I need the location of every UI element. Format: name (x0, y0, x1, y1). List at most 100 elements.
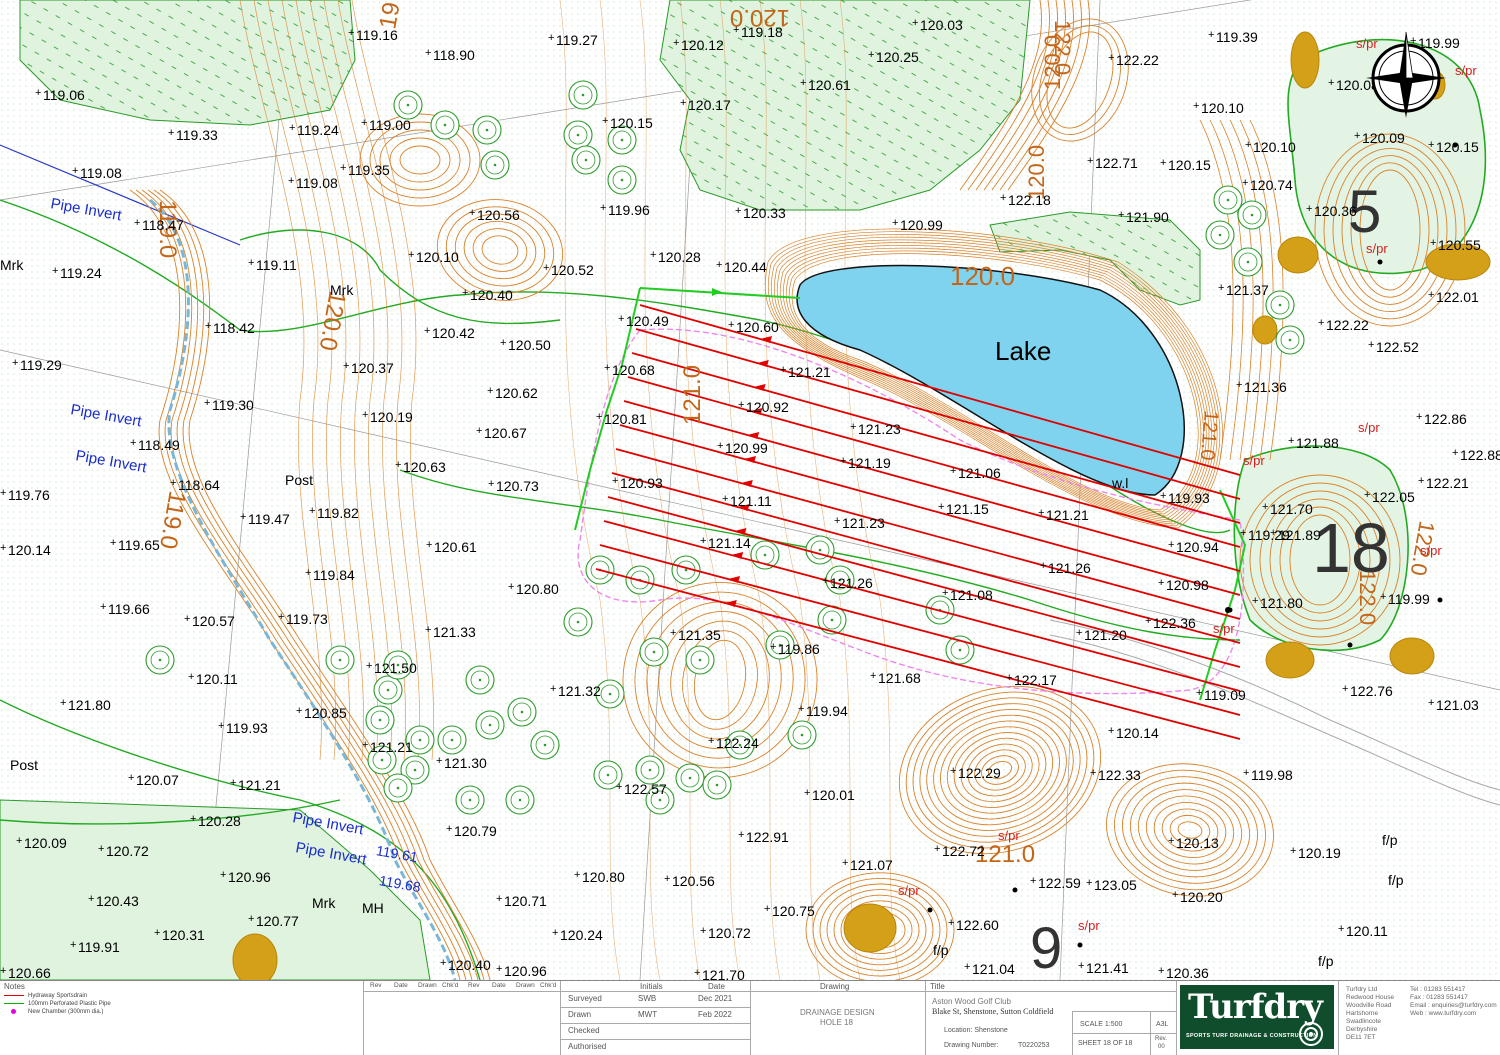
spot-height-label: 120.63 (403, 459, 446, 475)
spot-height-marker: + (1290, 845, 1296, 857)
contour-label: 122.0 (1355, 570, 1380, 625)
bunker (1389, 637, 1435, 675)
spot-height-marker: + (110, 537, 116, 549)
spot-height-marker: + (868, 49, 874, 61)
spot-height-label: 120.25 (876, 49, 919, 65)
spot-height-marker: + (425, 47, 431, 59)
spot-height-marker: + (190, 813, 196, 825)
tree-trunk (468, 798, 472, 802)
spot-height-marker: + (708, 735, 714, 747)
spot-height-label: 122.71 (1095, 155, 1138, 171)
spot-height-marker: + (1160, 157, 1166, 169)
legend-item: 100mm Perforated Plastic Pipe (4, 1001, 111, 1007)
spot-height-marker: + (248, 257, 254, 269)
spot-height-marker: + (548, 32, 554, 44)
spot-height-label: 120.17 (688, 97, 731, 113)
rev-value: 00 (1158, 1044, 1165, 1050)
spot-height-marker: + (1245, 139, 1251, 151)
spot-height-marker: + (1428, 697, 1434, 709)
spot-height-label: 120.98 (1166, 577, 1209, 593)
approval-label: Authorised (568, 1042, 607, 1051)
spot-height-label: 122.76 (1350, 683, 1393, 699)
company-address: Turfdry Ltd Redwood House Woodville Road Ha… (1346, 986, 1394, 1042)
spot-height-marker: + (1252, 595, 1258, 607)
spot-height-label: 121.80 (1260, 595, 1303, 611)
approval-date: Feb 2022 (698, 1010, 732, 1019)
spot-height-label: 121.21 (1046, 507, 1089, 523)
spot-height-marker: + (1000, 192, 1006, 204)
spot-height-label: 119.86 (778, 641, 820, 657)
tree-trunk (800, 733, 804, 737)
tree-trunk (763, 553, 767, 557)
tree-trunk (576, 620, 580, 624)
tree-trunk (584, 158, 588, 162)
spot-height-marker: + (1428, 139, 1434, 151)
spot-height-label: 120.24 (560, 927, 603, 943)
revision-header: Chk'd (540, 982, 557, 989)
revision-header: Rev (370, 982, 382, 989)
legend-swatch (11, 1009, 16, 1014)
spot-height-marker: + (16, 835, 22, 847)
spot-height-label: 120.13 (1176, 835, 1219, 851)
spot-height-label: 121.26 (830, 575, 873, 591)
spot-height-label: 121.41 (1086, 960, 1129, 976)
spot-height-label: 119.73 (286, 611, 328, 627)
spot-height-label: 120.10 (1201, 100, 1244, 116)
spot-height-marker: + (1040, 560, 1046, 572)
map-label: w.l (1111, 475, 1128, 491)
spot-height-marker: + (305, 567, 311, 579)
spot-height-marker: + (602, 115, 608, 127)
spot-height-label: 119.91 (78, 939, 120, 955)
spot-height-marker: + (770, 641, 776, 653)
spot-height-marker: + (1208, 29, 1214, 41)
lake-label: Lake (995, 336, 1051, 366)
spot-height-label: 118.42 (213, 320, 255, 336)
spot-height-label: 120.55 (1438, 237, 1481, 253)
spot-height-label: 120.96 (504, 963, 547, 979)
spot-height-label: 120.80 (582, 869, 625, 885)
spot-height-marker: + (1158, 965, 1164, 977)
spot-height-label: 120.40 (470, 287, 513, 303)
spot-height-marker: + (184, 613, 190, 625)
legend-label: New Chamber (300mm dia.) (28, 1009, 104, 1016)
tree-trunk (698, 658, 702, 662)
spot-height-label: 120.77 (256, 913, 299, 929)
spot-height-marker: + (1087, 155, 1093, 167)
spot-height-marker: + (942, 587, 948, 599)
spot-height-label: 120.75 (772, 903, 815, 919)
spot-height-label: 120.33 (743, 205, 786, 221)
spot-height-label: 119.06 (43, 87, 85, 103)
spot-height-label: 120.36 (1166, 965, 1209, 980)
spot-height-marker: + (1354, 130, 1360, 142)
spot-height-label: 120.81 (604, 411, 647, 427)
spot-height-marker: + (700, 535, 706, 547)
spot-height-marker: + (834, 515, 840, 527)
spot-height-marker: + (0, 965, 6, 977)
spot-height-label: 120.28 (658, 249, 701, 265)
spot-height-label: 121.08 (950, 587, 993, 603)
title-block: Notes Hydraway Sportsdrain 100mm Perforat… (0, 980, 1500, 1055)
spot-height-marker: + (52, 265, 58, 277)
spot-height-label: 119.98 (1251, 767, 1293, 783)
spot-height-label: 119.94 (806, 703, 848, 719)
tree-trunk (518, 798, 522, 802)
tree-trunk (620, 178, 624, 182)
spot-height-label: 120.56 (672, 873, 715, 889)
tree-trunk (158, 658, 162, 662)
map-label: Post (285, 472, 313, 488)
spot-height-label: 121.07 (850, 857, 893, 873)
spot-height-marker: + (0, 542, 6, 554)
spot-height-label: 120.03 (920, 17, 963, 33)
spot-height-label: 119.66 (108, 601, 150, 617)
spot-height-marker: + (934, 843, 940, 855)
spot-height-marker: + (1076, 627, 1082, 639)
spot-height-label: 120.19 (1298, 845, 1341, 861)
spot-height-label: 122.24 (716, 735, 759, 751)
spot-height-label: 120.60 (736, 319, 779, 335)
spot-height-label: 121.37 (1226, 282, 1269, 298)
spot-height-marker: + (488, 478, 494, 490)
spot-height-label: 118.49 (138, 437, 180, 453)
spot-height-marker: + (134, 217, 140, 229)
spot-height-marker: + (892, 217, 898, 229)
bunker (1252, 315, 1278, 345)
